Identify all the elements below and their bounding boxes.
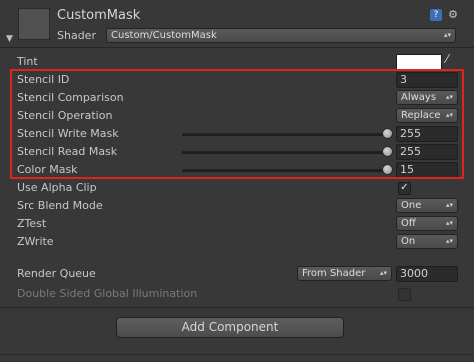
material-name: CustomMask [57, 8, 141, 23]
src-blend-value: One [401, 200, 422, 211]
render-queue-mode-value: From Shader [302, 268, 366, 279]
header-divider [0, 47, 474, 48]
components-divider [0, 307, 474, 308]
dropdown-arrows-icon: ▴▾ [445, 201, 453, 209]
eyedropper-icon[interactable]: ⁄ [446, 52, 448, 66]
foldout-arrow-icon[interactable]: ▼ [6, 34, 13, 44]
stencil-highlight-box [10, 69, 464, 179]
ztest-label: ZTest [17, 217, 47, 230]
dropdown-arrows-icon: ▴▾ [443, 31, 451, 39]
zwrite-label: ZWrite [17, 235, 54, 248]
settings-icon[interactable]: ⚙ [447, 9, 459, 21]
double-sided-gi-label: Double Sided Global Illumination [17, 287, 198, 300]
inspector-panel: { "header": { "material_name": "CustomMa… [0, 0, 474, 362]
render-queue-label: Render Queue [17, 267, 96, 280]
material-preview-thumbnail [18, 8, 50, 40]
tint-label: Tint [17, 55, 38, 68]
src-blend-dropdown[interactable]: One ▴▾ [396, 198, 458, 213]
dropdown-arrows-icon: ▴▾ [445, 237, 453, 245]
alpha-clip-checkbox[interactable]: ✓ [398, 182, 411, 195]
shader-dropdown[interactable]: Custom/CustomMask ▴▾ [106, 28, 456, 43]
add-component-button[interactable]: Add Component [116, 317, 344, 338]
zwrite-value: On [401, 236, 416, 247]
ztest-value: Off [401, 218, 416, 229]
dropdown-arrows-icon: ▴▾ [445, 219, 453, 227]
double-sided-gi-checkbox[interactable] [398, 288, 411, 301]
shader-label: Shader [57, 29, 96, 42]
alpha-clip-label: Use Alpha Clip [17, 181, 97, 194]
ztest-dropdown[interactable]: Off ▴▾ [396, 216, 458, 231]
help-icon[interactable]: ? [430, 9, 442, 21]
zwrite-dropdown[interactable]: On ▴▾ [396, 234, 458, 249]
dropdown-arrows-icon: ▴▾ [379, 269, 387, 277]
bottom-divider [0, 354, 474, 355]
src-blend-label: Src Blend Mode [17, 199, 103, 212]
shader-dropdown-value: Custom/CustomMask [111, 30, 217, 41]
render-queue-mode-dropdown[interactable]: From Shader ▴▾ [297, 266, 392, 281]
tint-color-field[interactable] [396, 54, 442, 70]
render-queue-field[interactable]: 3000 [396, 266, 458, 282]
checkmark-icon: ✓ [400, 182, 409, 193]
